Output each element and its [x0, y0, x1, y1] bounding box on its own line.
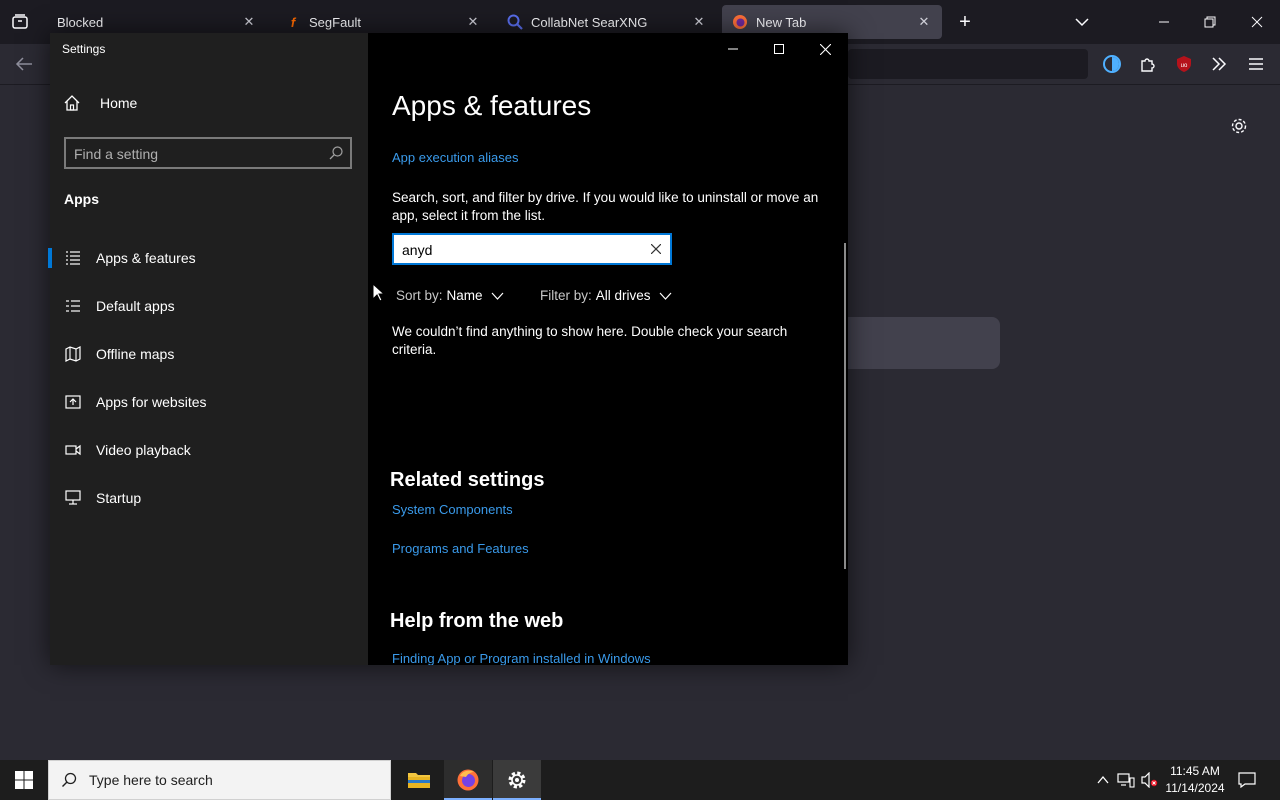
description-text: Search, sort, and filter by drive. If yo…: [392, 190, 819, 223]
startup-icon: [64, 489, 82, 507]
mouse-cursor-icon: [372, 283, 384, 302]
sort-by-value: Name: [446, 288, 483, 303]
window-minimize-icon[interactable]: [1153, 11, 1175, 33]
sidebar-item-label: Apps for websites: [96, 394, 207, 410]
window-title: Settings: [62, 42, 106, 56]
filter-by-label: Filter by:: [540, 288, 592, 303]
search-icon: [61, 772, 77, 788]
newtab-search-box[interactable]: [848, 317, 1000, 369]
settings-gear-taskbar-icon[interactable]: [493, 760, 541, 800]
filter-by-dropdown[interactable]: Filter by: All drives: [540, 288, 672, 303]
file-explorer-icon[interactable]: [395, 760, 443, 800]
sidebar-item-label: Startup: [96, 490, 142, 506]
windows-logo-icon: [15, 771, 33, 789]
show-hidden-icons-chevron-icon[interactable]: [1094, 760, 1112, 800]
clock-time: 11:45 AM: [1170, 764, 1220, 778]
video-icon: [64, 441, 82, 459]
sort-by-label: Sort by:: [396, 288, 443, 303]
empty-results-message: We couldn’t find anything to show here. …: [392, 324, 788, 357]
settings-sidebar: Settings Home Apps Apps & features Defau: [48, 33, 368, 665]
sidebar-item-offline-maps[interactable]: Offline maps: [50, 334, 368, 374]
back-arrow-icon[interactable]: [13, 53, 35, 75]
search-icon[interactable]: [328, 145, 344, 161]
home-icon: [64, 95, 84, 111]
sidebar-item-label: Video playback: [96, 442, 191, 458]
sidebar-item-home[interactable]: Home: [64, 95, 137, 111]
chevron-down-icon: [491, 288, 504, 303]
clear-search-icon[interactable]: [648, 241, 664, 257]
open-in-app-icon: [64, 393, 82, 411]
more-tools-chevrons-icon[interactable]: [1208, 53, 1230, 75]
settings-window: Settings Home Apps Apps & features Defau: [48, 33, 848, 665]
sidebar-item-label: Default apps: [96, 298, 175, 314]
hamburger-menu-icon[interactable]: [1245, 53, 1267, 75]
related-settings-heading: Related settings: [390, 469, 545, 491]
sidebar-item-video-playback[interactable]: Video playback: [50, 430, 368, 470]
sidebar-item-default-apps[interactable]: Default apps: [50, 286, 368, 326]
tab-title: CollabNet SearXNG: [531, 14, 648, 30]
content-scrollbar[interactable]: [844, 243, 846, 569]
tab-title: SegFault: [309, 14, 362, 30]
sidebar-item-apps-features[interactable]: Apps & features: [48, 238, 368, 278]
sidebar-item-label: Offline maps: [96, 346, 175, 362]
list-all-tabs-chevron-icon[interactable]: [1071, 11, 1093, 33]
taskbar-clock[interactable]: 11:45 AM 11/14/2024: [1160, 763, 1230, 797]
default-apps-icon: [64, 297, 82, 315]
app-search-box[interactable]: [392, 233, 672, 265]
svg-text:uo: uo: [1181, 63, 1188, 69]
list-icon: [64, 249, 82, 267]
close-icon[interactable]: [802, 33, 848, 65]
volume-muted-icon[interactable]: [1139, 760, 1159, 800]
programs-and-features-link[interactable]: Programs and Features: [392, 541, 529, 556]
minimize-icon[interactable]: [710, 33, 756, 65]
app-search-input[interactable]: [402, 240, 632, 260]
clock-date: 11/14/2024: [1165, 781, 1225, 795]
sidebar-item-label: Apps & features: [96, 250, 196, 266]
notification-center-icon[interactable]: [1236, 760, 1258, 800]
find-setting-box[interactable]: [64, 137, 352, 169]
sidebar-item-startup[interactable]: Startup: [50, 478, 368, 518]
network-icon[interactable]: [1116, 760, 1136, 800]
sidebar-item-label: Home: [100, 95, 138, 111]
sidebar-section-title: Apps: [64, 191, 99, 207]
filter-by-value: All drives: [595, 288, 651, 303]
system-components-link[interactable]: System Components: [392, 502, 513, 517]
taskbar-search-placeholder: Type here to search: [89, 772, 213, 788]
tab-overview-icon[interactable]: [9, 11, 31, 33]
page-title: Apps & features: [392, 90, 592, 121]
address-bar[interactable]: [848, 49, 1088, 79]
search-favicon-icon: [507, 14, 523, 30]
window-close-icon[interactable]: [1246, 11, 1268, 33]
start-button[interactable]: [0, 760, 48, 800]
tab-title: Blocked: [57, 14, 104, 30]
taskbar-search-box[interactable]: Type here to search: [48, 760, 391, 800]
firefox-taskbar-icon[interactable]: [444, 760, 492, 800]
sidebar-item-apps-for-websites[interactable]: Apps for websites: [50, 382, 368, 422]
close-icon[interactable]: ✕: [241, 14, 257, 30]
maximize-icon[interactable]: [756, 33, 802, 65]
close-icon[interactable]: ✕: [465, 14, 481, 30]
app-execution-aliases-link[interactable]: App execution aliases: [392, 150, 518, 165]
new-tab-plus-icon[interactable]: +: [954, 11, 976, 33]
ublock-origin-icon[interactable]: uo: [1173, 53, 1195, 75]
help-from-web-heading: Help from the web: [390, 610, 564, 632]
finding-app-help-link[interactable]: Finding App or Program installed in Wind…: [392, 651, 651, 665]
extensions-puzzle-icon[interactable]: [1137, 53, 1159, 75]
find-setting-input[interactable]: [74, 144, 324, 164]
window-restore-icon[interactable]: [1199, 11, 1221, 33]
close-icon[interactable]: ✕: [916, 14, 932, 30]
privacy-extension-icon[interactable]: [1101, 53, 1123, 75]
settings-content-pane: Apps & features App execution aliases Se…: [368, 33, 848, 665]
chevron-down-icon: [659, 288, 672, 303]
segfault-favicon-icon: f: [290, 14, 296, 30]
tab-title: New Tab: [756, 14, 807, 30]
newtab-settings-gear-icon[interactable]: [1228, 115, 1250, 137]
sort-by-dropdown[interactable]: Sort by: Name: [396, 288, 504, 303]
close-icon[interactable]: ✕: [691, 14, 707, 30]
map-icon: [64, 345, 82, 363]
taskbar: Type here to search 11:45 AM 11/14/2024: [0, 760, 1280, 800]
firefox-favicon-icon: [732, 14, 748, 30]
